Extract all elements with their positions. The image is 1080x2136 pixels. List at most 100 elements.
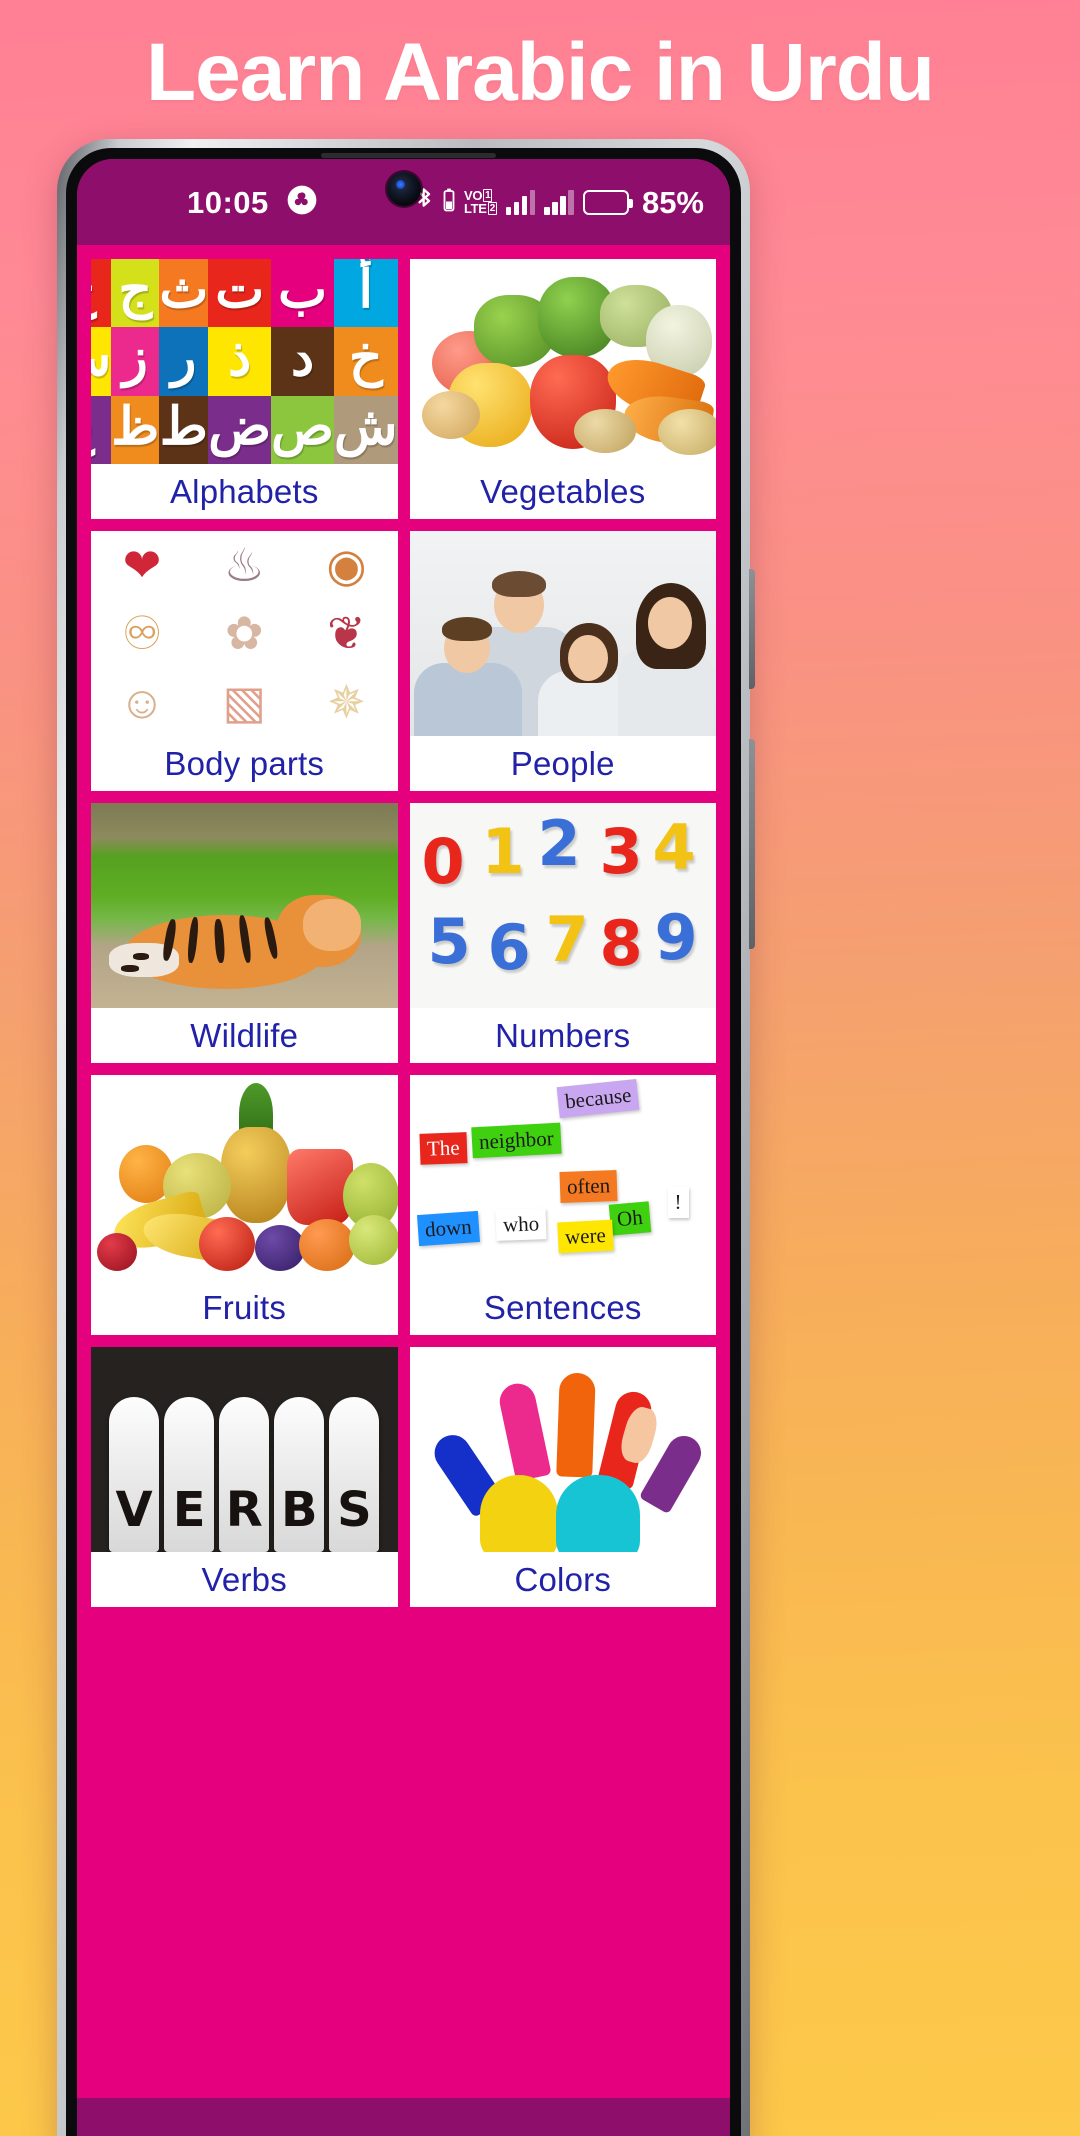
foam-digit: 6 [487, 911, 531, 984]
category-label-numbers: Numbers [409, 1008, 716, 1063]
vegetables-thumbnail [409, 259, 716, 464]
phone-screen: 10:05 VO 1 LTE 2 85% أ ب ت ث ج خ د ذ ر ز… [77, 159, 730, 2136]
stomach-icon: ♾ [121, 607, 163, 660]
phone-bezel: 10:05 VO 1 LTE 2 85% أ ب ت ث ج خ د ذ ر ز… [66, 148, 741, 2136]
arabic-letter-tile: أ [334, 259, 398, 328]
phone-mockup: 10:05 VO 1 LTE 2 85% أ ب ت ث ج خ د ذ ر ز… [57, 139, 755, 2136]
category-card-sentences[interactable]: because The neighbor often Oh down who were! Se… [409, 1075, 716, 1335]
status-bar-left: 10:05 [187, 185, 317, 220]
word-tile: were [556, 1219, 614, 1254]
category-card-numbers[interactable]: 01234 56789 Numbers [409, 803, 716, 1063]
power-button[interactable] [749, 739, 755, 949]
category-label-wildlife: Wildlife [91, 1008, 398, 1063]
verb-letter-tile: B [274, 1397, 325, 1552]
kidneys-icon: ❦ [327, 607, 366, 660]
battery-icon [582, 189, 633, 215]
tiger-photo [91, 803, 398, 1008]
category-card-wildlife[interactable]: Wildlife [91, 803, 398, 1063]
arabic-letter-tile: ص [271, 395, 335, 464]
category-label-body-parts: Body parts [91, 736, 398, 791]
category-grid: أبتثجح خدذرزس شصضطظع Alphabets [91, 259, 716, 1607]
foam-digit: 8 [599, 907, 643, 980]
arabic-letter-tile: ظ [111, 395, 160, 464]
word-tile: The [418, 1132, 467, 1165]
status-time: 10:05 [187, 184, 269, 220]
category-card-fruits[interactable]: Fruits [91, 1075, 398, 1335]
volume-button[interactable] [749, 569, 755, 689]
arabic-letter-tile: ت [208, 259, 272, 328]
foam-digit: 7 [545, 903, 589, 976]
arabic-letter-tile: ط [159, 395, 209, 464]
category-card-verbs[interactable]: VERBS Verbs [91, 1347, 398, 1607]
category-label-alphabets: Alphabets [91, 464, 398, 519]
body-parts-thumbnail: ❤ ♨ ◉ ♾ ✿ ❦ ☺ ▧ ✵ [91, 531, 398, 736]
word-tile: neighbor [470, 1122, 561, 1159]
vegetables-illustration [409, 259, 716, 464]
arabic-letter-tile: ح [91, 259, 112, 328]
category-label-vegetables: Vegetables [409, 464, 716, 519]
status-bar-right: VO 1 LTE 2 85% [416, 186, 704, 218]
category-label-fruits: Fruits [91, 1280, 398, 1335]
people-thumbnail [409, 531, 716, 736]
earpiece-icon [321, 153, 496, 158]
liver-icon: ◉ [326, 539, 367, 592]
arabic-letter-tile: ز [111, 327, 160, 396]
wildlife-thumbnail [91, 803, 398, 1008]
foam-numbers-photo: 01234 56789 [409, 803, 716, 1008]
lungs-icon: ♨ [223, 539, 265, 592]
category-card-colors[interactable]: Colors [409, 1347, 716, 1607]
fruits-photo [91, 1075, 398, 1280]
word-tile: Oh [608, 1201, 651, 1236]
arabic-letter-tile: ب [271, 259, 335, 328]
category-label-people: People [409, 736, 716, 791]
arabic-letter-tile: ع [91, 395, 112, 464]
heart-icon: ❤ [122, 539, 162, 592]
arabic-letter-tile: ج [111, 259, 160, 328]
word-tile: because [556, 1078, 640, 1119]
numbers-thumbnail: 01234 56789 [409, 803, 716, 1008]
foam-digit: 2 [537, 807, 581, 880]
verbs-letter-tiles: VERBS [91, 1347, 398, 1552]
arabic-letter-tile: ر [159, 327, 209, 396]
category-label-colors: Colors [409, 1552, 716, 1607]
foam-digit: 3 [599, 815, 643, 888]
verb-letter-tile: V [109, 1397, 160, 1552]
front-camera-icon [386, 172, 421, 206]
foam-digit: 9 [654, 901, 698, 974]
family-photo [409, 531, 716, 736]
bluetooth-battery-icon [443, 188, 455, 217]
arabic-letter-tile: د [271, 327, 335, 396]
colors-thumbnail [409, 1347, 716, 1552]
battery-percent: 85% [641, 184, 704, 220]
arabic-letter-tile: ض [208, 395, 272, 464]
category-card-people[interactable]: People [409, 531, 716, 791]
word-tile: ! [667, 1187, 689, 1218]
arabic-letter-tile: خ [334, 327, 398, 396]
volte-label-bottom: LTE [463, 201, 487, 216]
skin-layers-icon: ▧ [222, 675, 266, 728]
verb-letter-tile: S [329, 1397, 380, 1552]
arabic-alphabet-grid: أبتثجح خدذرزس شصضطظع [91, 259, 398, 464]
flower-icon [287, 185, 317, 220]
arabic-letter-tile: ش [334, 395, 398, 464]
bone-joint-icon: ✵ [327, 675, 366, 728]
promo-banner: Learn Arabic in Urdu 10:05 VO 1 LTE 2 85… [0, 0, 1080, 2136]
arabic-letter-tile: ث [159, 259, 209, 328]
category-card-vegetables[interactable]: Vegetables [409, 259, 716, 519]
fruits-thumbnail [91, 1075, 398, 1280]
alphabets-thumbnail: أبتثجح خدذرزس شصضطظع [91, 259, 398, 464]
body-organs-illustration: ❤ ♨ ◉ ♾ ✿ ❦ ☺ ▧ ✵ [91, 531, 398, 736]
head-anatomy-icon: ☺ [118, 675, 166, 728]
category-card-body-parts[interactable]: ❤ ♨ ◉ ♾ ✿ ❦ ☺ ▧ ✵ Body parts [91, 531, 398, 791]
word-tiles-photo: because The neighbor often Oh down who were! [409, 1075, 716, 1280]
navigation-bar [77, 2098, 730, 2136]
word-tile: often [558, 1170, 618, 1203]
foam-digit: 1 [481, 815, 525, 888]
painted-hands-photo [409, 1347, 716, 1552]
status-bar: 10:05 VO 1 LTE 2 85% [77, 159, 730, 245]
foam-digit: 4 [652, 811, 696, 884]
volte-indicator: VO 1 LTE 2 [464, 189, 497, 215]
verb-letter-tile: E [164, 1397, 215, 1552]
sentences-thumbnail: because The neighbor often Oh down who were! [409, 1075, 716, 1280]
category-card-alphabets[interactable]: أبتثجح خدذرزس شصضطظع Alphabets [91, 259, 398, 519]
